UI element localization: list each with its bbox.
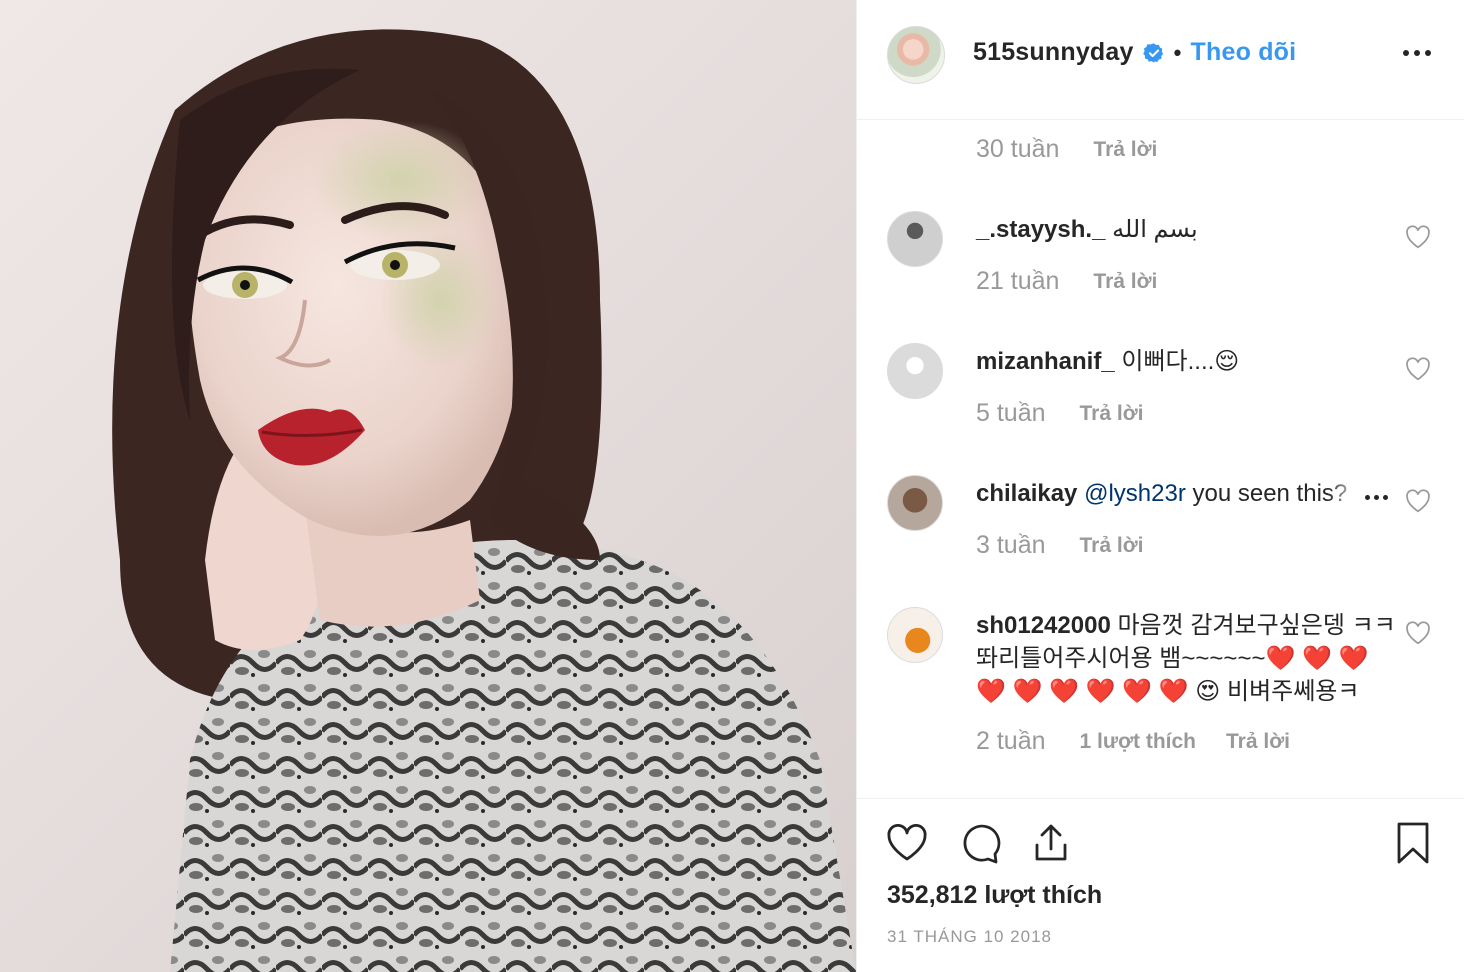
comment-reply-button[interactable]: Trả lời (1226, 730, 1290, 754)
comment-text: _.stayysh._ بسم الله (976, 213, 1396, 246)
post-photo[interactable] (0, 0, 856, 972)
header-separator: • (1173, 39, 1182, 65)
post-sidebar: 515sunnyday • Theo dõi 30 tuần Trả lời _… (856, 0, 1464, 972)
comment-reply-button[interactable]: Trả lời (1080, 402, 1144, 426)
bookmark-icon[interactable] (1391, 821, 1435, 865)
commenter-username[interactable]: chilaikay (976, 480, 1077, 507)
author-avatar[interactable] (887, 26, 945, 84)
comment-text: mizanhanif_ 이뻐다....😌 (976, 345, 1396, 378)
comment-like-heart-icon[interactable] (1405, 621, 1431, 645)
comment-more-options-icon[interactable] (1365, 495, 1388, 500)
commenter-username[interactable]: sh01242000 (976, 612, 1111, 639)
heart-icon[interactable] (885, 821, 929, 865)
comment-reply-button[interactable]: Trả lời (1093, 270, 1157, 294)
commenter-username[interactable]: mizanhanif_ (976, 348, 1115, 375)
comments-list[interactable]: 30 tuần Trả lời _.stayysh._ بسم الله 21 … (857, 121, 1464, 797)
comment-body: you seen this? (1192, 480, 1348, 507)
comment-like-heart-icon[interactable] (1405, 357, 1431, 381)
comment-meta: 3 tuần Trả lời (976, 531, 1173, 560)
comment-meta: 2 tuần 1 lượt thích Trả lời (976, 727, 1320, 756)
portrait-image (112, 29, 856, 972)
post-likes-count[interactable]: 352,812 lượt thích (887, 881, 1102, 910)
comment-mention-link[interactable]: @lysh23r (1084, 480, 1186, 507)
caption-reply-button[interactable]: Trả lời (1093, 138, 1157, 162)
comment-like-heart-icon[interactable] (1405, 225, 1431, 249)
commenter-username[interactable]: _.stayysh._ (976, 216, 1105, 243)
comment-text: chilaikay @lysh23r you seen this? (976, 477, 1386, 510)
commenter-avatar[interactable] (887, 211, 943, 267)
comment-body: بسم الله (1112, 216, 1198, 243)
comment-like-heart-icon[interactable] (1405, 489, 1431, 513)
commenter-avatar[interactable] (887, 343, 943, 399)
commenter-avatar[interactable] (887, 475, 943, 531)
author-username[interactable]: 515sunnyday (973, 38, 1134, 67)
post-actions: 352,812 lượt thích 31 THÁNG 10 2018 (857, 798, 1464, 972)
comment-time[interactable]: 21 tuần (976, 267, 1059, 296)
caption-meta: 30 tuần Trả lời (976, 135, 1187, 164)
comment-meta: 5 tuần Trả lời (976, 399, 1173, 428)
post-date[interactable]: 31 THÁNG 10 2018 (887, 927, 1052, 947)
verified-badge-icon (1142, 42, 1163, 63)
commenter-avatar[interactable] (887, 607, 943, 663)
comment-icon[interactable] (957, 821, 1001, 865)
share-icon[interactable] (1029, 821, 1073, 865)
comment-time[interactable]: 2 tuần (976, 727, 1046, 756)
post-header: 515sunnyday • Theo dõi (857, 0, 1464, 120)
comment-time[interactable]: 3 tuần (976, 531, 1046, 560)
comment-reply-button[interactable]: Trả lời (1080, 534, 1144, 558)
comment-likes-count[interactable]: 1 lượt thích (1080, 730, 1196, 754)
comment-time[interactable]: 5 tuần (976, 399, 1046, 428)
caption-time[interactable]: 30 tuần (976, 135, 1059, 164)
text-fade-overlay (1327, 475, 1387, 511)
comment-text: sh01242000 마음껏 감겨보구싶은뎅 ㅋㅋ똬리틀어주시어용 뱀~~~~~… (976, 609, 1396, 708)
more-options-icon[interactable] (1403, 50, 1431, 56)
comment-meta: 21 tuần Trả lời (976, 267, 1187, 296)
comment-body: 이뻐다....😌 (1121, 348, 1240, 375)
author-info: 515sunnyday • Theo dõi (973, 38, 1296, 67)
follow-button[interactable]: Theo dõi (1191, 38, 1297, 67)
